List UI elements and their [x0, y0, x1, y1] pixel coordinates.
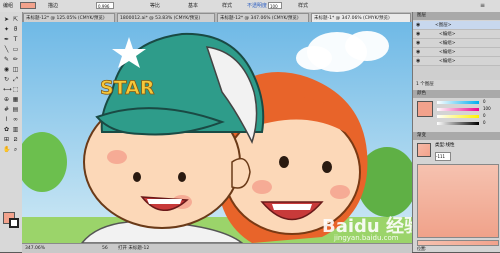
width-tool-icon[interactable]: ⟷: [3, 86, 12, 93]
black-slider[interactable]: [437, 122, 479, 125]
hand-tool-icon[interactable]: ✋: [3, 146, 10, 153]
gradient-tool-icon[interactable]: ▤: [12, 106, 19, 113]
magenta-value[interactable]: 100: [483, 106, 491, 111]
artboard-canvas[interactable]: STAR Baidu 经验 jingyan.baidu.com: [22, 22, 412, 243]
fill-swatch[interactable]: [20, 2, 36, 9]
brush-select[interactable]: 基本: [188, 1, 198, 11]
style-label: 样式: [222, 3, 233, 9]
layer-name: <编组>: [439, 32, 456, 37]
blob-brush-tool-icon[interactable]: ◉: [3, 66, 10, 73]
layer-row[interactable]: ◉ <编组>: [413, 39, 500, 48]
zoom-tool-icon[interactable]: ⌕: [12, 146, 19, 153]
document-tab-bar: 未标题-12* @ 125.05% (CMYK/预览) 1800012.ai* …: [22, 12, 412, 22]
opacity-field[interactable]: 100: [268, 2, 282, 9]
pencil-tool-icon[interactable]: ✏: [12, 56, 19, 63]
black-value[interactable]: 0: [483, 120, 486, 125]
lasso-tool-icon[interactable]: ϑ: [12, 26, 19, 33]
document-tab[interactable]: 未标题-12* @ 347.06% (CMYK/预览): [217, 13, 309, 22]
direct-selection-tool-icon[interactable]: ⇱: [12, 16, 19, 23]
shape-builder-tool-icon[interactable]: ⊕: [3, 96, 10, 103]
scale-tool-icon[interactable]: ⤢: [12, 76, 19, 83]
document-tab[interactable]: 1800012.ai* @ 53.83% (CMYK/预览): [117, 13, 215, 22]
opacity-label[interactable]: 不透明度: [247, 1, 267, 11]
layer-row[interactable]: ◉ <图层>: [413, 21, 500, 30]
svg-text:STAR: STAR: [100, 77, 155, 99]
document-tab-active[interactable]: 未标题-1* @ 347.06% (CMYK/预览): [311, 13, 411, 22]
selection-type-label: 编组: [3, 3, 14, 9]
layer-row[interactable]: ◉ <编组>: [413, 48, 500, 57]
slice-tool-icon[interactable]: ⧄: [12, 136, 19, 143]
eye-icon[interactable]: ◉: [416, 23, 421, 28]
eye-icon[interactable]: ◉: [416, 50, 421, 55]
eye-icon[interactable]: ◉: [416, 32, 421, 37]
tools-panel: ➤ ⇱ ✦ ϑ ✒ T ╲ ▭ ✎ ✏ ◉ ◫ ↻ ⤢ ⟷ ⬚ ⊕ ▦ # ▤ …: [0, 12, 23, 252]
cyan-slider[interactable]: [437, 101, 479, 104]
graphic-style-label: 样式: [298, 3, 309, 9]
layer-row[interactable]: ◉ <编组>: [413, 57, 500, 66]
color-fill-swatch[interactable]: [417, 101, 433, 117]
magenta-slider[interactable]: [437, 108, 479, 111]
menu-icon[interactable]: ≡: [480, 2, 487, 9]
stroke-color-swatch[interactable]: [9, 218, 19, 228]
layers-empty-area: [413, 66, 500, 80]
eraser-tool-icon[interactable]: ◫: [12, 66, 19, 73]
selection-tool-icon[interactable]: ➤: [3, 16, 10, 23]
stroke-profile-select[interactable]: 等比: [150, 1, 160, 11]
magic-wand-tool-icon[interactable]: ✦: [3, 26, 10, 33]
color-panel-title[interactable]: 颜色: [413, 90, 500, 98]
cartoon-illustration: STAR: [22, 22, 412, 243]
watermark-url: jingyan.baidu.com: [334, 234, 399, 242]
panels-dock: 图层 ◉ <图层> ◉ <编组> ◉ <编组> ◉ <编组> ◉ <编组> 1 …: [412, 12, 500, 252]
gradient-preview[interactable]: [417, 164, 499, 238]
graph-tool-icon[interactable]: ▥: [12, 126, 19, 133]
rotate-tool-icon[interactable]: ↻: [3, 76, 10, 83]
layer-name: <编组>: [439, 50, 456, 55]
document-tab[interactable]: 未标题-12* @ 125.05% (CMYK/预览): [23, 13, 115, 22]
artboard-tool-icon[interactable]: ⊞: [3, 136, 10, 143]
line-tool-icon[interactable]: ╲: [3, 46, 10, 53]
layer-name: <编组>: [439, 59, 456, 64]
eye-icon[interactable]: ◉: [416, 41, 421, 46]
layer-name: <图层>: [435, 23, 452, 28]
brush-tool-icon[interactable]: ✎: [3, 56, 10, 63]
layers-count: 1 个图层: [416, 82, 434, 87]
stroke-width-field[interactable]: 0.996: [96, 2, 114, 9]
eyedropper-tool-icon[interactable]: ⌇: [3, 116, 10, 123]
cyan-value[interactable]: 0: [483, 99, 486, 104]
mesh-tool-icon[interactable]: #: [3, 106, 10, 113]
gradient-angle-field[interactable]: -111: [435, 152, 451, 161]
gradient-panel-title[interactable]: 渐变: [413, 132, 500, 140]
layer-row[interactable]: ◉ <编组>: [413, 30, 500, 39]
gradient-location-label: 位置:: [417, 246, 427, 251]
layers-panel-title[interactable]: 图层: [413, 12, 500, 20]
stroke-label: 描边: [48, 3, 59, 9]
symbol-sprayer-tool-icon[interactable]: ✿: [3, 126, 10, 133]
eye-icon[interactable]: ◉: [416, 59, 421, 64]
gradient-slider[interactable]: [417, 240, 499, 246]
yellow-slider[interactable]: [437, 115, 479, 118]
gradient-swatch[interactable]: [417, 143, 431, 157]
type-tool-icon[interactable]: T: [12, 36, 19, 43]
pen-tool-icon[interactable]: ✒: [3, 36, 10, 43]
blend-tool-icon[interactable]: ∞: [12, 116, 19, 123]
gradient-type-select[interactable]: 类型:线性: [435, 142, 455, 148]
free-transform-tool-icon[interactable]: ⬚: [12, 86, 19, 93]
perspective-grid-tool-icon[interactable]: ▦: [12, 96, 19, 103]
rectangle-tool-icon[interactable]: ▭: [12, 46, 19, 53]
layer-name: <编组>: [439, 41, 456, 46]
yellow-value[interactable]: 0: [483, 113, 486, 118]
